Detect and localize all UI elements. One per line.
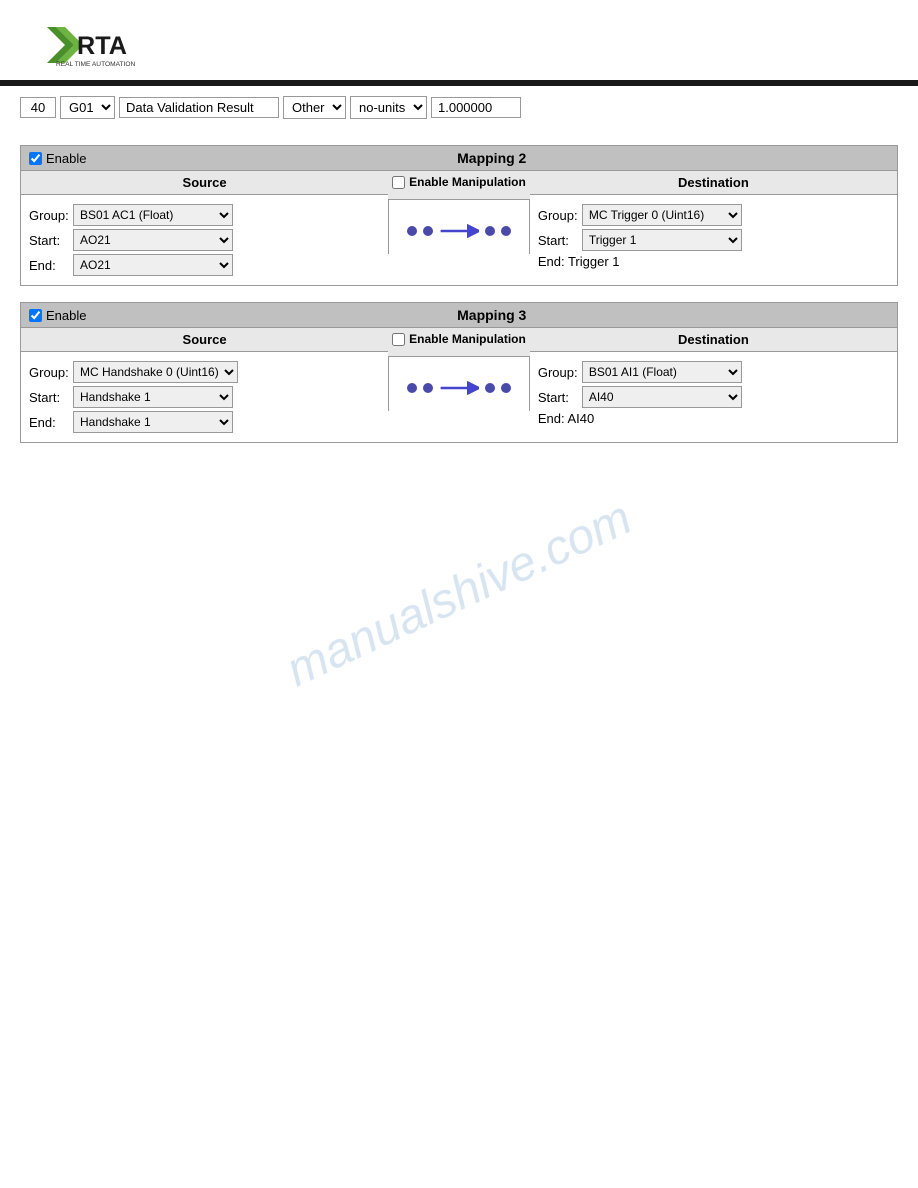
mapping3-dest-start-select[interactable]: AI40 bbox=[582, 386, 742, 408]
mapping2-dest-start-select[interactable]: Trigger 1 bbox=[582, 229, 742, 251]
type-select[interactable]: Other bbox=[283, 96, 346, 119]
mapping3-source-end-label: End: bbox=[29, 415, 69, 430]
mapping3-dest-group-row: Group: BS01 AI1 (Float) bbox=[538, 361, 889, 383]
mapping2-title: Mapping 2 bbox=[94, 150, 889, 166]
mapping3-source-header: Source bbox=[21, 328, 388, 352]
mapping2-source-end-row: End: AO21 bbox=[29, 254, 380, 276]
mapping2-source: Group: BS01 AC1 (Float) Start: AO21 End:… bbox=[21, 195, 388, 285]
data-label: Data Validation Result bbox=[119, 97, 279, 118]
group-select[interactable]: G01 bbox=[60, 96, 115, 119]
mapping3-source-end-row: End: Handshake 1 bbox=[29, 411, 380, 433]
mapping3-source-end-select[interactable]: Handshake 1 bbox=[73, 411, 233, 433]
mapping2-manip-checkbox[interactable] bbox=[392, 176, 405, 189]
mapping3-enable-label: Enable bbox=[46, 308, 86, 323]
mapping3-source-start-select[interactable]: Handshake 1 bbox=[73, 386, 233, 408]
mapping2-source-group-label: Group: bbox=[29, 208, 69, 223]
mapping3-dest-start-row: Start: AI40 bbox=[538, 386, 889, 408]
mapping2-source-group-row: Group: BS01 AC1 (Float) bbox=[29, 204, 380, 226]
mapping2-dest-start-row: Start: Trigger 1 bbox=[538, 229, 889, 251]
top-row: 40 G01 Data Validation Result Other no-u… bbox=[0, 86, 918, 129]
mapping3-source-start-row: Start: Handshake 1 bbox=[29, 386, 380, 408]
mapping2-dest-start-label: Start: bbox=[538, 233, 578, 248]
mapping2-enable-label: Enable bbox=[46, 151, 86, 166]
mapping2-source-group-select[interactable]: BS01 AC1 (Float) bbox=[73, 204, 233, 226]
mapping2-header: Enable Mapping 2 bbox=[21, 146, 897, 170]
mapping2-manip-label: Enable Manipulation bbox=[409, 175, 526, 189]
mapping3-manip-row: Enable Manipulation bbox=[392, 332, 526, 346]
dot1 bbox=[407, 226, 417, 236]
mapping3-dest-start-label: Start: bbox=[538, 390, 578, 405]
mapping3-card: Enable Mapping 3 Source Group: MC Handsh… bbox=[20, 302, 898, 443]
mapping2-source-start-label: Start: bbox=[29, 233, 69, 248]
rta-logo: RTA REAL TIME AUTOMATION bbox=[20, 10, 140, 80]
mapping3-source: Group: MC Handshake 0 (Uint16) Start: Ha… bbox=[21, 352, 388, 442]
dot5 bbox=[407, 383, 417, 393]
arrow-icon bbox=[439, 216, 479, 246]
mapping2-source-header: Source bbox=[21, 171, 388, 195]
dot8 bbox=[501, 383, 511, 393]
mapping3-source-cell: Source Group: MC Handshake 0 (Uint16) St… bbox=[21, 328, 388, 442]
mapping3-source-start-label: Start: bbox=[29, 390, 69, 405]
mapping3-header: Enable Mapping 3 bbox=[21, 303, 897, 327]
mapping3-dest-end-label: End: bbox=[538, 411, 565, 426]
value-box: 1.000000 bbox=[431, 97, 521, 118]
dot2 bbox=[423, 226, 433, 236]
mapping2-arrow bbox=[407, 216, 511, 246]
mapping2-card: Enable Mapping 2 Source Group: BS01 AC1 … bbox=[20, 145, 898, 286]
mapping3-columns: Source Group: MC Handshake 0 (Uint16) St… bbox=[21, 327, 897, 442]
mapping2-checkbox[interactable] bbox=[29, 152, 42, 165]
dot7 bbox=[485, 383, 495, 393]
mapping3-manip-checkbox[interactable] bbox=[392, 333, 405, 346]
mapping3-dest-group-label: Group: bbox=[538, 365, 578, 380]
mapping3-title: Mapping 3 bbox=[94, 307, 889, 323]
mapping2-dest: Group: MC Trigger 0 (Uint16) Start: Trig… bbox=[530, 195, 897, 278]
mapping3-dest-end-value: AI40 bbox=[567, 411, 594, 426]
mapping2-dest-cell: Destination Group: MC Trigger 0 (Uint16)… bbox=[530, 171, 897, 285]
mapping3-dest: Group: BS01 AI1 (Float) Start: AI40 End:… bbox=[530, 352, 897, 435]
mapping3-dest-end-row: End: AI40 bbox=[538, 411, 889, 426]
mapping3-dest-cell: Destination Group: BS01 AI1 (Float) Star… bbox=[530, 328, 897, 442]
mapping3-checkbox[interactable] bbox=[29, 309, 42, 322]
mapping2-source-start-select[interactable]: AO21 bbox=[73, 229, 233, 251]
mapping2-source-start-row: Start: AO21 bbox=[29, 229, 380, 251]
arrow-icon-2 bbox=[439, 373, 479, 403]
mapping2-dest-group-row: Group: MC Trigger 0 (Uint16) bbox=[538, 204, 889, 226]
logo: RTA REAL TIME AUTOMATION bbox=[20, 10, 140, 80]
mapping3-source-group-row: Group: MC Handshake 0 (Uint16) bbox=[29, 361, 380, 383]
mapping3-dest-group-select[interactable]: BS01 AI1 (Float) bbox=[582, 361, 742, 383]
svg-text:RTA: RTA bbox=[77, 32, 127, 60]
mapping2-dest-end-label: End: bbox=[538, 254, 565, 269]
mapping2-dest-group-label: Group: bbox=[538, 208, 578, 223]
mapping2-arrow-area bbox=[388, 200, 530, 254]
mapping2-source-end-select[interactable]: AO21 bbox=[73, 254, 233, 276]
mapping2-source-end-label: End: bbox=[29, 258, 69, 273]
mapping3-source-group-label: Group: bbox=[29, 365, 69, 380]
mapping2-dest-group-select[interactable]: MC Trigger 0 (Uint16) bbox=[582, 204, 742, 226]
mapping3-dest-header: Destination bbox=[530, 328, 897, 352]
mapping2-dest-end-row: End: Trigger 1 bbox=[538, 254, 889, 269]
dot6 bbox=[423, 383, 433, 393]
mapping3-manip-label: Enable Manipulation bbox=[409, 332, 526, 346]
svg-text:REAL TIME AUTOMATION: REAL TIME AUTOMATION bbox=[56, 61, 135, 68]
mapping3-source-group-select[interactable]: MC Handshake 0 (Uint16) bbox=[73, 361, 238, 383]
watermark: manualshive.com bbox=[278, 490, 640, 698]
dot3 bbox=[485, 226, 495, 236]
mapping3-arrow bbox=[407, 373, 511, 403]
mapping2-manip-row: Enable Manipulation bbox=[392, 175, 526, 189]
mapping3-manip-header: Enable Manipulation bbox=[388, 328, 530, 357]
row-number: 40 bbox=[20, 97, 56, 118]
header: RTA REAL TIME AUTOMATION bbox=[0, 0, 918, 80]
mapping2-columns: Source Group: BS01 AC1 (Float) Start: AO… bbox=[21, 170, 897, 285]
mapping3-arrow-area bbox=[388, 357, 530, 411]
mapping3-manip-cell: Enable Manipulation bbox=[388, 328, 530, 442]
mapping2-dest-end-value: Trigger 1 bbox=[568, 254, 620, 269]
mapping2-enable[interactable]: Enable bbox=[29, 151, 86, 166]
mapping2-dest-header: Destination bbox=[530, 171, 897, 195]
mapping2-manip-cell: Enable Manipulation bbox=[388, 171, 530, 285]
mapping2-source-header-cell: Source Group: BS01 AC1 (Float) Start: AO… bbox=[21, 171, 388, 285]
mapping2-manip-header: Enable Manipulation bbox=[388, 171, 530, 200]
units-select[interactable]: no-units bbox=[350, 96, 427, 119]
dot4 bbox=[501, 226, 511, 236]
mapping3-enable[interactable]: Enable bbox=[29, 308, 86, 323]
